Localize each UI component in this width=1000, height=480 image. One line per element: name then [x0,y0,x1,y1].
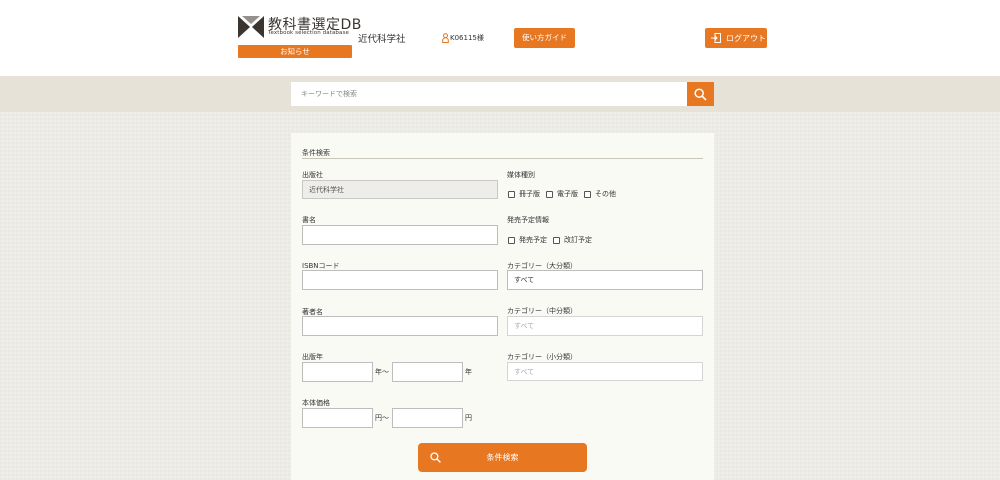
media-type-options: 冊子版 電子版 その他 [508,189,622,199]
media-digital-label: 電子版 [557,190,578,198]
price-label: 本体価格 [302,399,330,407]
header: 教科書選定DB Textbook selection database お知らせ… [0,0,1000,76]
media-digital-checkbox[interactable] [546,190,553,198]
price-from-input[interactable] [302,408,373,428]
price-to-unit: 円 [465,414,472,422]
price-from-unit: 円〜 [375,414,389,422]
release-info-options: 発売予定 改訂予定 [508,235,598,245]
author-input[interactable] [302,316,498,336]
book-title-label: 書名 [302,216,316,224]
guide-button[interactable]: 使い方ガイド [514,28,575,48]
year-to-unit: 年 [465,368,472,376]
category-small-label: カテゴリー（小分類） [507,353,577,361]
media-type-label: 媒体種別 [507,171,535,179]
price-to-input[interactable] [392,408,463,428]
category-mid-select[interactable]: すべて [507,316,703,336]
media-print-checkbox[interactable] [508,190,515,198]
logout-label: ログアウト [726,33,766,43]
user-name: K06115様 [450,34,484,42]
notice-button[interactable]: お知らせ [238,45,352,58]
release-info-label: 発売予定情報 [507,216,549,224]
category-large-select[interactable]: すべて [507,270,703,290]
search-input[interactable]: キーワードで検索 [291,82,687,106]
pub-year-from-input[interactable] [302,362,373,382]
user-info: K06115様 [442,33,484,43]
isbn-input[interactable] [302,270,498,290]
category-mid-label: カテゴリー（中分類） [507,307,577,315]
logout-button[interactable]: ログアウト [705,28,767,48]
user-icon [442,33,449,43]
company-name: 近代科学社 [358,34,406,45]
logout-icon [711,33,721,43]
logo-mark-icon [238,16,264,38]
book-title-input[interactable] [302,225,498,245]
pub-year-to-input[interactable] [392,362,463,382]
media-print-label: 冊子版 [519,190,540,198]
search-icon [694,87,707,101]
release-planned-label: 発売予定 [519,236,547,244]
release-planned-checkbox[interactable] [508,236,515,244]
category-small-select[interactable]: すべて [507,362,703,381]
publisher-label: 出版社 [302,171,323,179]
year-from-unit: 年〜 [375,368,389,376]
section-title: 条件検索 [302,149,330,157]
publisher-field: 近代科学社 [302,180,498,199]
search-button[interactable] [687,82,714,106]
pub-year-label: 出版年 [302,353,323,361]
condition-search-button[interactable]: 条件検索 [418,443,587,472]
logo-subtitle: Textbook selection database [268,30,349,36]
media-other-checkbox[interactable] [584,190,591,198]
revision-planned-checkbox[interactable] [553,236,560,244]
revision-planned-label: 改訂予定 [564,236,592,244]
media-other-label: その他 [595,190,616,198]
logo[interactable]: 教科書選定DB Textbook selection database [238,14,361,40]
section-divider [302,158,703,159]
condition-search-label: 条件検索 [486,453,519,462]
